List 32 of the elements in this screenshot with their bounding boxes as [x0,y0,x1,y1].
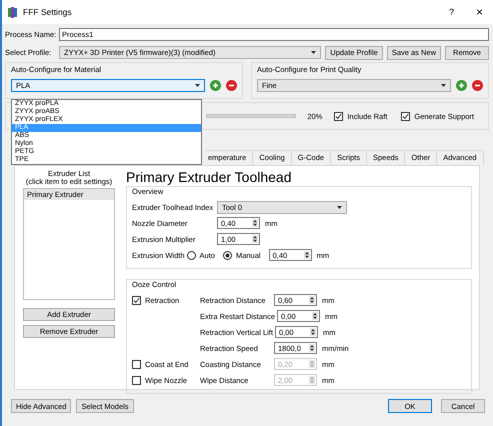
stepper-icon [309,360,315,368]
app-icon [8,6,17,18]
checkbox[interactable] [132,296,141,304]
slider-track[interactable] [206,114,296,118]
stepper-icon [252,235,258,243]
stepper-icon [309,344,315,352]
stepper-icon [309,296,315,304]
stepper-icon [252,219,258,227]
radio-button[interactable] [222,250,232,260]
plus-icon [210,80,221,91]
remove-button[interactable] [226,80,237,91]
radio-button[interactable] [186,250,196,260]
caret-icon [441,84,446,87]
stepper-icon [309,376,315,384]
caret-icon [195,84,200,87]
remove-button[interactable] [472,80,483,91]
add-button[interactable] [210,80,221,91]
minus-icon [472,80,483,91]
stepper-icon [310,328,316,336]
help-button[interactable]: ? [448,7,454,17]
stepper-icon [304,251,310,259]
close-button[interactable]: × [476,5,483,19]
minus-icon [226,80,237,91]
caret-icon [337,206,342,208]
add-button[interactable] [456,80,467,91]
stepper-icon [312,312,318,320]
checkbox[interactable] [401,112,410,120]
checkbox[interactable] [334,112,344,120]
section-heading: Primary Extruder Toolhead [126,169,292,185]
window-title: FFF Settings [23,7,72,17]
plus-icon [456,80,467,91]
caret-icon [311,51,316,54]
